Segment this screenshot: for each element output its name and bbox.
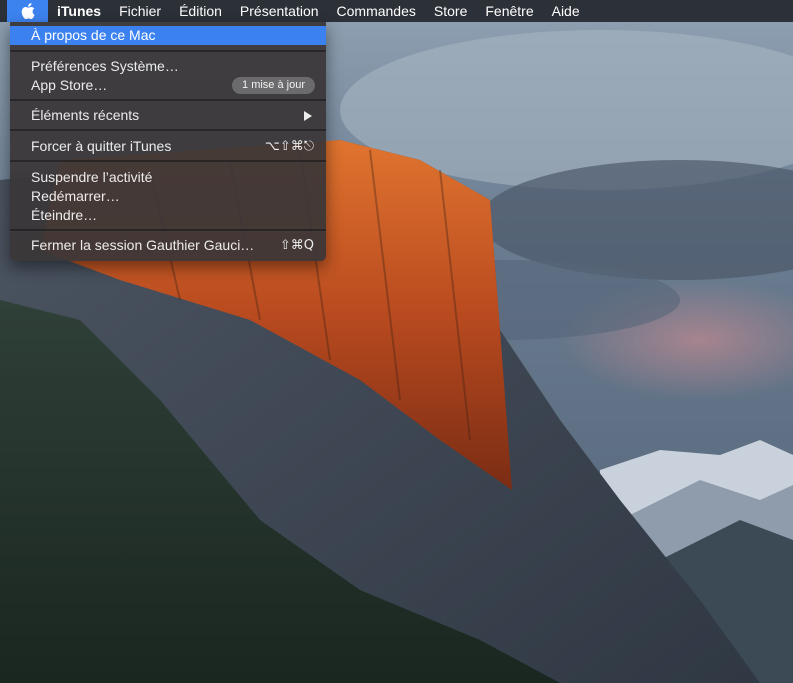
menu-item-label: Redémarrer… — [31, 188, 120, 204]
menubar-fenetre[interactable]: Fenêtre — [476, 0, 542, 22]
keyboard-shortcut: ⇧⌘Q — [279, 238, 314, 253]
menu-separator — [10, 160, 326, 163]
menu-item-recent-items[interactable]: Éléments récents — [10, 106, 326, 125]
menu-item-force-quit[interactable]: Forcer à quitter iTunes ⌥⇧⌘⎋ — [10, 137, 326, 156]
submenu-arrow-icon — [304, 111, 312, 121]
menu-separator — [10, 129, 326, 132]
menu-item-label: Préférences Système… — [31, 58, 179, 74]
menubar-app-itunes[interactable]: iTunes — [48, 0, 110, 22]
menubar-aide[interactable]: Aide — [543, 0, 589, 22]
menubar-fichier[interactable]: Fichier — [110, 0, 170, 22]
menubar-edition[interactable]: Édition — [170, 0, 231, 22]
menu-item-label: Suspendre l’activité — [31, 169, 153, 185]
menu-separator — [10, 50, 326, 53]
menu-item-label: Éléments récents — [31, 107, 140, 123]
menu-item-label: App Store… — [31, 77, 108, 93]
menubar-presentation[interactable]: Présentation — [231, 0, 328, 22]
menu-item-app-store[interactable]: App Store… 1 mise à jour — [10, 76, 326, 95]
menu-item-label: Forcer à quitter iTunes — [31, 138, 172, 154]
menu-bar: iTunes Fichier Édition Présentation Comm… — [0, 0, 793, 22]
menu-separator — [10, 99, 326, 102]
menu-item-about-this-mac[interactable]: À propos de ce Mac — [10, 26, 326, 45]
menu-separator — [10, 229, 326, 232]
menu-item-label: Fermer la session Gauthier Gauci… — [31, 237, 255, 253]
apple-dropdown-menu: À propos de ce Mac Préférences Système… … — [10, 22, 326, 261]
menu-item-restart[interactable]: Redémarrer… — [10, 187, 326, 206]
menubar-store[interactable]: Store — [425, 0, 476, 22]
keyboard-shortcut: ⌥⇧⌘⎋ — [264, 139, 314, 154]
menu-item-label: Éteindre… — [31, 207, 98, 223]
desktop-screen: iTunes Fichier Édition Présentation Comm… — [0, 0, 793, 683]
apple-logo-icon — [21, 3, 35, 19]
update-count-badge: 1 mise à jour — [232, 77, 315, 94]
menubar-commandes[interactable]: Commandes — [328, 0, 425, 22]
menu-item-sleep[interactable]: Suspendre l’activité — [10, 168, 326, 187]
menu-item-label: À propos de ce Mac — [31, 27, 156, 43]
menu-item-shutdown[interactable]: Éteindre… — [10, 206, 326, 225]
menu-item-log-out[interactable]: Fermer la session Gauthier Gauci… ⇧⌘Q — [10, 236, 326, 255]
menu-item-system-preferences[interactable]: Préférences Système… — [10, 57, 326, 76]
apple-menu-button[interactable] — [7, 0, 48, 22]
